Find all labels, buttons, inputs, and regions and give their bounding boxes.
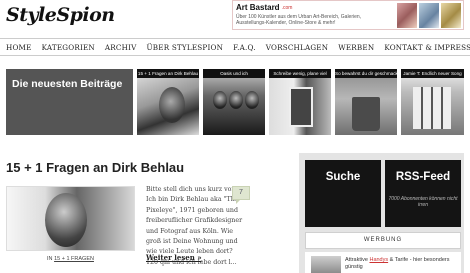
sidebar-ad-text: Attraktive Handys & Tarife - hier besond… <box>345 257 461 270</box>
featured-thumb[interactable]: 15 + 1 Fragen an Dirk Behlau <box>137 69 199 135</box>
search-box[interactable]: Suche <box>305 160 381 227</box>
post-category-link[interactable]: 15 + 1 FRAGEN <box>54 256 94 262</box>
nav-item-kategorien[interactable]: KATEGORIEN <box>42 43 95 52</box>
portrait-photo <box>45 193 87 247</box>
sidebar-ad[interactable]: Attraktive Handys & Tarife - hier besond… <box>305 252 461 273</box>
rss-feed-label: RSS-Feed <box>395 171 451 183</box>
nav-item-archiv[interactable]: ARCHIV <box>105 43 137 52</box>
featured-thumb[interactable]: So bewahrst du dir geschmackvolles Kleid… <box>335 69 397 135</box>
sidebar-ad-text-pre: Attraktive <box>345 257 368 263</box>
featured-thumb[interactable]: Oasis und ich <box>203 69 265 135</box>
featured-thumb[interactable]: Schreibe wenig, plane viel <box>269 69 331 135</box>
band-member-photo <box>245 91 259 109</box>
featured-thumb-caption: 15 + 1 Fragen an Dirk Behlau <box>137 69 199 78</box>
phone-ad-image <box>311 256 341 273</box>
ad-artwork-images <box>397 3 461 28</box>
featured-thumb-caption: So bewahrst du dir geschmackvolles Kleid… <box>335 69 397 78</box>
post-category: IN 15 + 1 FRAGEN <box>6 256 135 262</box>
post-category-prefix: IN <box>47 256 53 262</box>
featured-thumb[interactable]: Jamie T: Endlich neuer Song <box>401 69 464 135</box>
ad-brand-name: Art Bastard <box>236 3 280 12</box>
door-photo <box>289 87 313 127</box>
site-logo[interactable]: StyleSpion <box>6 4 115 26</box>
ad-brand: Art Bastard .com <box>236 3 292 12</box>
nav-item-faq[interactable]: F.A.Q. <box>233 43 256 52</box>
featured-lead-box: Die neuesten Beiträge <box>6 69 133 135</box>
post-image[interactable] <box>6 186 135 251</box>
comment-count-bubble[interactable]: 7 <box>232 186 250 204</box>
read-more-link[interactable]: Weiter lesen » <box>146 253 202 262</box>
nav-item-ueber-stylespion[interactable]: ÜBER STYLESPION <box>147 43 224 52</box>
nav-item-kontakt-impressum[interactable]: KONTAKT & IMPRESSUM <box>384 43 470 52</box>
main-navigation: HOME KATEGORIEN ARCHIV ÜBER STYLESPION F… <box>0 38 470 56</box>
post-title[interactable]: 15 + 1 Fragen an Dirk Behlau <box>6 160 184 175</box>
nav-item-vorschlagen[interactable]: VORSCHLAGEN <box>266 43 329 52</box>
clothing-bin-photo <box>352 97 380 131</box>
search-label: Suche <box>325 171 361 183</box>
sidebar-ad-heading: WERBUNG <box>305 232 461 249</box>
rss-subscriber-note: 7000 Abonnenten können nicht irren <box>388 196 458 208</box>
window-photo <box>413 87 451 129</box>
ad-description: Über 100 Künstler aus dem Urban Art-Bere… <box>236 14 362 26</box>
featured-strip: Die neuesten Beiträge 15 + 1 Fragen an D… <box>0 69 470 135</box>
rss-feed-box[interactable]: RSS-Feed 7000 Abonnenten können nicht ir… <box>385 160 461 227</box>
ad-artwork-image <box>441 3 461 28</box>
nav-item-home[interactable]: HOME <box>6 43 32 52</box>
portrait-photo <box>159 87 185 123</box>
ad-brand-site: .com <box>281 4 293 11</box>
ad-artwork-image <box>397 3 417 28</box>
ad-artwork-image <box>419 3 439 28</box>
nav-item-werben[interactable]: WERBEN <box>338 43 374 52</box>
featured-thumb-caption: Schreibe wenig, plane viel <box>269 69 331 78</box>
featured-thumb-caption: Jamie T: Endlich neuer Song <box>401 69 464 78</box>
featured-lead-label: Die neuesten Beiträge <box>12 78 123 90</box>
sidebar-ad-link[interactable]: Handys <box>369 257 388 263</box>
featured-thumb-caption: Oasis und ich <box>203 69 265 78</box>
band-member-photo <box>229 91 243 109</box>
top-banner-ad[interactable]: Art Bastard .com Über 100 Künstler aus d… <box>232 0 464 30</box>
band-member-photo <box>213 91 227 109</box>
